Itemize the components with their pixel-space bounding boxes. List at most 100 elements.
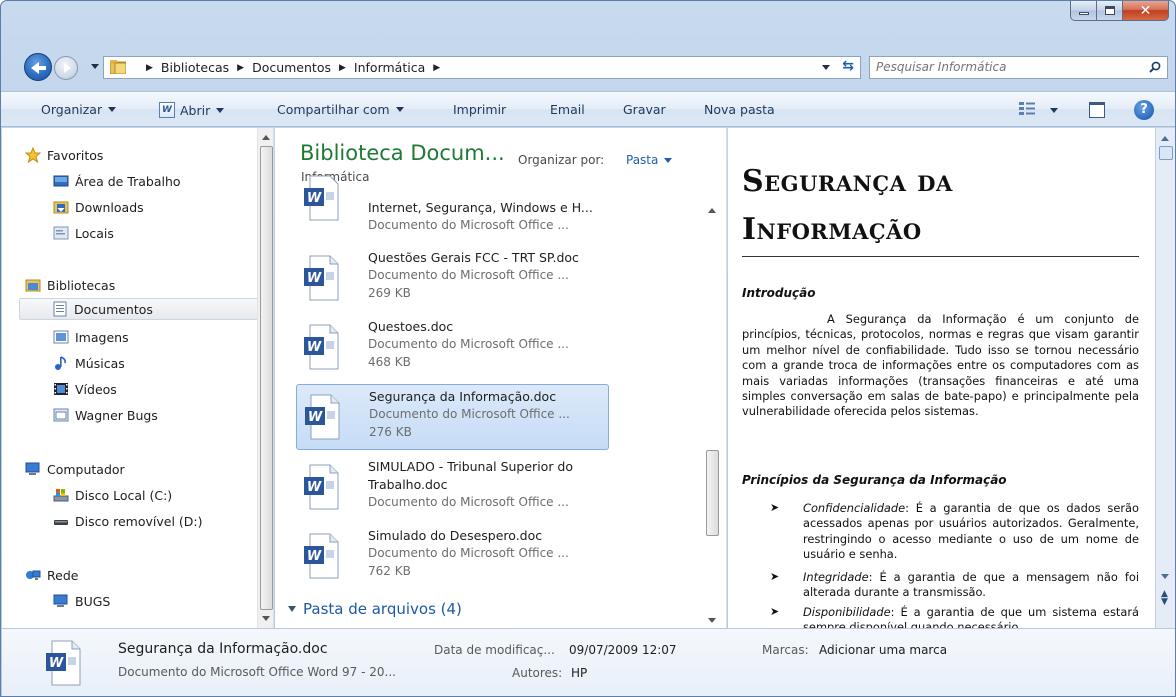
explorer-window: ✕ ▶ Bibliotecas ▶ Documentos ▶ Informáti… (0, 0, 1176, 697)
file-item[interactable]: W Simulado do Desespero.doc Documento do… (296, 524, 609, 588)
file-item[interactable]: W SIMULADO - Tribunal Superior do Trabal… (296, 455, 609, 519)
word-document-icon: W (304, 175, 339, 221)
authors-value[interactable]: HP (571, 666, 587, 680)
view-dropdown-icon[interactable] (1050, 108, 1058, 113)
computer-icon (25, 461, 41, 477)
nav-disk-c[interactable]: Disco Local (C:) (53, 484, 172, 506)
bullet-availability: Disponibilidade: É a garantia de que um … (803, 605, 1139, 628)
forward-button[interactable] (54, 56, 78, 80)
search-input[interactable] (876, 60, 1136, 74)
open-button[interactable]: W Abrir (159, 102, 225, 118)
bullet-term: Integridade (803, 570, 869, 584)
maximize-button[interactable] (1097, 1, 1123, 21)
close-button[interactable]: ✕ (1123, 1, 1169, 21)
details-pane: W Segurança da Informação.doc Documento … (2, 628, 1175, 696)
back-button[interactable] (24, 53, 52, 81)
nav-favorites-label: Favoritos (47, 147, 104, 163)
burn-button[interactable]: Gravar (623, 102, 666, 117)
breadcrumb-separator-icon[interactable]: ▶ (339, 63, 346, 73)
nav-wagner-label: Wagner Bugs (75, 407, 158, 423)
removable-disk-icon (53, 513, 69, 529)
preview-scrollbar[interactable]: ▲ ▼ (1155, 128, 1175, 628)
details-file-type: Documento do Microsoft Office Word 97 - … (118, 665, 396, 679)
file-size: 468 KB (368, 355, 411, 369)
nav-music-label: Músicas (75, 355, 125, 371)
organize-button[interactable]: Organizar (41, 102, 117, 117)
breadcrumb-informatica[interactable]: Informática (354, 60, 425, 75)
command-bar: Organizar W Abrir Compartilhar com Imprim… (1, 91, 1175, 127)
word-document-icon: W (305, 394, 340, 440)
nav-network[interactable]: Rede (25, 564, 78, 586)
refresh-icon[interactable]: ⇆ (842, 58, 854, 74)
search-box[interactable] (869, 56, 1168, 79)
arrange-by-label: Organizar por: (518, 153, 605, 167)
nav-music[interactable]: Músicas (53, 352, 125, 374)
scroll-down-icon[interactable] (1161, 574, 1169, 579)
file-name: Questões Gerais FCC - TRT SP.doc (368, 250, 579, 265)
email-button[interactable]: Email (550, 102, 585, 117)
nav-documents[interactable]: Documentos (19, 298, 273, 320)
scroll-thumb[interactable] (260, 146, 273, 610)
bullet-arrow-icon: ➤ (770, 605, 780, 618)
scroll-thumb[interactable] (706, 450, 719, 536)
svg-text:W: W (307, 549, 322, 564)
address-dropdown-icon[interactable] (822, 65, 830, 70)
nav-disk-d[interactable]: Disco removível (D:) (53, 510, 202, 532)
network-icon (25, 567, 41, 583)
nav-disk-c-label: Disco Local (C:) (75, 487, 173, 503)
page-up-icon[interactable]: ▲ ▼ (1161, 590, 1168, 607)
file-item[interactable]: W Internet, Segurança, Windows e H... Do… (296, 175, 609, 242)
nav-videos[interactable]: Vídeos (53, 378, 117, 400)
svg-text:W: W (308, 410, 323, 425)
nav-computer[interactable]: Computador (25, 458, 125, 480)
scroll-thumb[interactable] (1159, 146, 1173, 160)
nav-downloads[interactable]: Downloads (53, 196, 144, 218)
file-item[interactable]: W Questões Gerais FCC - TRT SP.doc Docum… (296, 246, 609, 310)
nav-libraries[interactable]: Bibliotecas (25, 274, 115, 296)
preview-pane-icon[interactable] (1089, 102, 1105, 118)
file-list-scrollbar[interactable] (704, 206, 721, 628)
address-bar[interactable]: ▶ Bibliotecas ▶ Documentos ▶ Informática… (103, 56, 861, 79)
minimize-button[interactable] (1070, 1, 1097, 21)
nav-places[interactable]: Locais (53, 222, 114, 244)
share-button[interactable]: Compartilhar com (277, 102, 404, 117)
scroll-down-icon[interactable] (708, 618, 716, 623)
bullet-arrow-icon: ➤ (770, 570, 780, 583)
file-type: Documento do Microsoft Office ... (368, 218, 569, 232)
nav-images[interactable]: Imagens (53, 326, 129, 348)
star-icon (24, 146, 42, 164)
scroll-up-icon[interactable] (1161, 136, 1169, 141)
scroll-up-icon[interactable] (262, 135, 270, 140)
breadcrumb-bibliotecas[interactable]: Bibliotecas (161, 60, 229, 75)
intro-heading: Introdução (742, 286, 816, 300)
breadcrumb-separator-icon[interactable]: ▶ (237, 63, 244, 73)
file-item[interactable]: W Questoes.doc Documento do Microsoft Of… (296, 315, 609, 379)
breadcrumb-separator-icon[interactable]: ▶ (146, 63, 153, 73)
arrange-by-dropdown[interactable]: Pasta (626, 153, 673, 167)
group-header-folders[interactable]: Pasta de arquivos (4) (288, 600, 462, 618)
nav-favorites[interactable]: Favoritos (24, 144, 104, 166)
change-view-icon[interactable] (1018, 101, 1036, 117)
breadcrumb-documentos[interactable]: Documentos (252, 60, 331, 75)
print-button[interactable]: Imprimir (453, 102, 506, 117)
share-label: Compartilhar com (277, 102, 390, 117)
scroll-down-icon[interactable] (262, 616, 270, 621)
scroll-up-icon[interactable] (708, 208, 716, 213)
bullet-arrow-icon: ➤ (770, 501, 780, 514)
nav-bugs[interactable]: BUGS (53, 590, 110, 612)
recent-pages-icon[interactable] (91, 64, 99, 69)
nav-desktop[interactable]: Área de Trabalho (53, 170, 181, 192)
search-icon[interactable] (1149, 61, 1161, 73)
new-folder-button[interactable]: Nova pasta (704, 102, 775, 117)
file-size: 276 KB (369, 425, 412, 439)
nav-desktop-label: Área de Trabalho (75, 173, 181, 189)
help-icon[interactable]: ? (1134, 100, 1154, 120)
nav-wagner-bugs[interactable]: Wagner Bugs (53, 404, 158, 426)
chevron-down-icon (108, 107, 117, 112)
file-item-selected[interactable]: W Segurança da Informação.doc Documento … (296, 384, 609, 450)
navigation-scrollbar[interactable] (257, 128, 273, 628)
breadcrumb-separator-icon[interactable]: ▶ (433, 63, 440, 73)
breadcrumb: ▶ Bibliotecas ▶ Documentos ▶ Informática… (138, 60, 448, 75)
tags-value[interactable]: Adicionar uma marca (819, 643, 947, 657)
file-type: Documento do Microsoft Office ... (368, 337, 569, 351)
